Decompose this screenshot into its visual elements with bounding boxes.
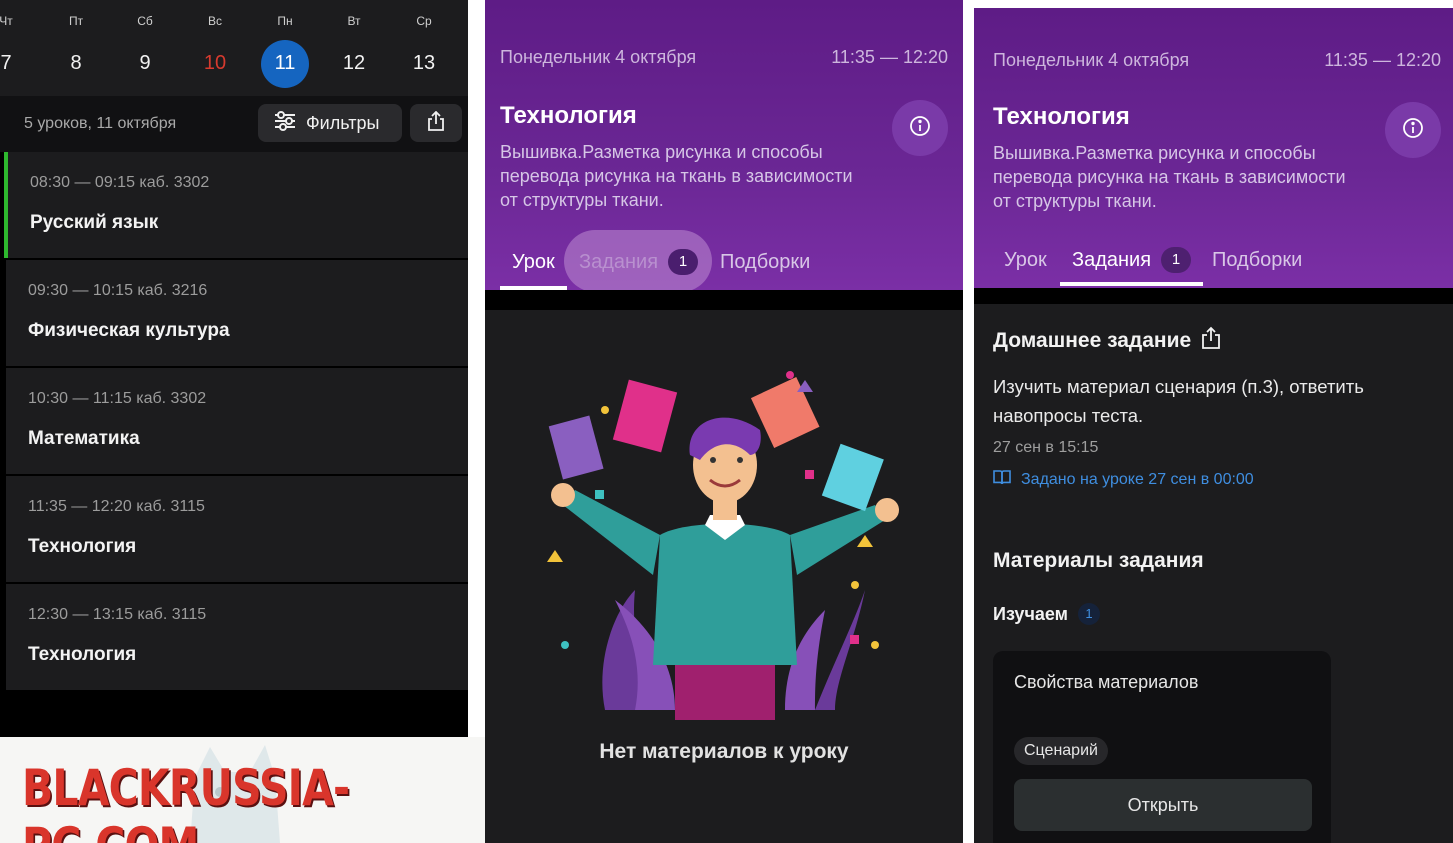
lesson-subject: Технология (28, 644, 137, 665)
info-icon (1402, 117, 1424, 144)
tab-lesson[interactable]: Урок (500, 236, 567, 290)
lesson-card[interactable]: 12:30 — 13:15 каб. 3115 Технология (6, 584, 468, 690)
lesson-description: Вышивка.Разметка рисунка и способы перев… (993, 143, 1346, 211)
share-button[interactable] (410, 104, 462, 142)
lesson-panel: Понедельник 4 октября 11:35 — 12:20 Техн… (485, 0, 963, 843)
lesson-title: Технология (993, 103, 1130, 130)
tab-label: Подборки (1212, 248, 1303, 271)
tab-assignments[interactable]: Задания 1 (579, 236, 699, 288)
tab-collections[interactable]: Подборки (1212, 234, 1302, 286)
study-count-badge: 1 (1078, 603, 1100, 625)
tab-assignments[interactable]: Задания 1 (1060, 234, 1204, 286)
lesson-subject: Русский язык (30, 212, 159, 233)
lesson-subject: Физическая культура (28, 320, 230, 341)
day-number: 8 (70, 52, 82, 74)
lesson-tabs: Урок Задания 1 Подборки (974, 234, 1453, 288)
day-number: 12 (342, 52, 366, 74)
lesson-time: 08:30 — 09:15 каб. 3302 (30, 174, 210, 191)
homework-text: Изучить материал сценария (п.3), ответит… (993, 376, 1364, 426)
lesson-header: Понедельник 4 октября 11:35 — 12:20 Техн… (485, 0, 963, 292)
lesson-subject: Технология (28, 536, 137, 557)
homework-given-text: Задано на уроке 27 сен в 00:00 (1021, 470, 1254, 488)
day-number: 13 (412, 52, 436, 74)
day-number: 11 (261, 40, 309, 88)
day-number: 7 (0, 52, 12, 74)
day-name: Вс (207, 14, 222, 28)
day-number: 9 (139, 52, 151, 74)
sliders-icon (274, 110, 296, 136)
tab-label: Задания (579, 250, 659, 273)
info-icon (909, 115, 931, 142)
lesson-subject: Математика (28, 428, 140, 449)
materials-heading: Материалы задания (993, 549, 1204, 572)
lesson-time: 11:35 — 12:20 каб. 3115 (28, 498, 205, 515)
empty-state-text: Нет материалов к уроку (599, 740, 849, 763)
homework-due: 27 сен в 15:15 (993, 439, 1099, 456)
tab-collections[interactable]: Подборки (720, 236, 810, 288)
homework-panel: Понедельник 4 октября 11:35 — 12:20 Техн… (974, 8, 1453, 843)
lesson-time: 10:30 — 11:15 каб. 3302 (28, 390, 207, 407)
watermark: BLACKRUSSIA-PC.COM (0, 737, 537, 843)
divider (485, 290, 963, 310)
tab-label: Подборки (720, 250, 811, 273)
assignments-count-badge: 1 (1161, 247, 1192, 273)
tab-lesson[interactable]: Урок (1004, 234, 1047, 286)
homework-heading-text: Домашнее задание (993, 329, 1192, 352)
lesson-time-range: 11:35 — 12:20 (1324, 50, 1441, 70)
share-icon[interactable] (1201, 326, 1221, 356)
info-button[interactable] (1385, 102, 1441, 158)
lesson-time: 12:30 — 13:15 каб. 3115 (28, 606, 207, 623)
divider (974, 288, 1453, 304)
lesson-header: Понедельник 4 октября 11:35 — 12:20 Техн… (974, 8, 1453, 288)
lesson-date: Понедельник 4 октября (993, 50, 1190, 70)
filters-label: Фильтры (306, 112, 380, 133)
material-card: Свойства материалов Сценарий Открыть (993, 651, 1331, 843)
lesson-card[interactable]: 10:30 — 11:15 каб. 3302 Математика (6, 368, 468, 474)
lesson-time-range: 11:35 — 12:20 (831, 47, 948, 67)
homework-given-link[interactable]: Задано на уроке 27 сен в 00:00 (993, 469, 1254, 490)
day-name: Пт (68, 14, 84, 28)
tab-label: Урок (512, 250, 555, 273)
book-icon (993, 469, 1011, 490)
lessons-summary: 5 уроков, 11 октября (24, 115, 177, 132)
day-name: Ср (416, 14, 432, 28)
lesson-tabs: Урок Задания 1 Подборки (485, 236, 963, 290)
watermark-text: BLACKRUSSIA-PC.COM (22, 759, 350, 843)
lesson-card[interactable]: 09:30 — 10:15 каб. 3216 Физическая культ… (6, 260, 468, 366)
share-icon (427, 110, 445, 136)
week-strip: Чт 7 Пт 8 Сб 9 Вс 10 Пн 11 Вт 12 Ср 13 (0, 0, 468, 96)
day-name: Сб (137, 14, 153, 28)
open-button[interactable]: Открыть (1014, 779, 1312, 831)
lesson-card[interactable]: 08:30 — 09:15 каб. 3302 Русский язык (4, 152, 468, 258)
lesson-card[interactable]: 11:35 — 12:20 каб. 3115 Технология (6, 476, 468, 582)
juggling-books-illustration (547, 371, 899, 720)
schedule-panel: Чт 7 Пт 8 Сб 9 Вс 10 Пн 11 Вт 12 Ср 13 5… (0, 0, 468, 843)
day-name: Чт (0, 14, 13, 28)
day-number: 10 (203, 52, 227, 74)
tab-label: Задания (1072, 248, 1152, 271)
info-button[interactable] (892, 100, 948, 156)
material-title: Свойства материалов (1014, 672, 1199, 692)
study-label: Изучаем (993, 603, 1068, 624)
lesson-date: Понедельник 4 октября (500, 47, 697, 67)
assignments-count-badge: 1 (668, 249, 699, 275)
lesson-title: Технология (500, 102, 637, 129)
day-name: Вт (347, 14, 361, 28)
tab-label: Урок (1004, 248, 1047, 271)
lesson-time: 09:30 — 10:15 каб. 3216 (28, 282, 208, 299)
material-type-chip: Сценарий (1014, 737, 1108, 765)
filters-button[interactable]: Фильтры (258, 104, 402, 142)
homework-heading: Домашнее задание (993, 326, 1221, 356)
lesson-description: Вышивка.Разметка рисунка и способы перев… (500, 142, 853, 210)
study-section: Изучаем 1 (993, 603, 1100, 625)
day-name: Пн (277, 14, 293, 28)
filter-bar: 5 уроков, 11 октября Фильтры (0, 96, 468, 152)
